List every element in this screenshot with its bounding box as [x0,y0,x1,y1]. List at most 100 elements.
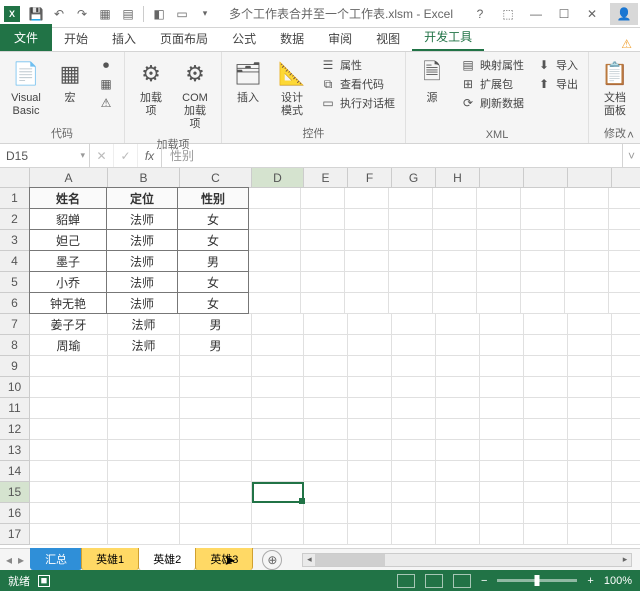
cell-K15[interactable] [568,482,612,503]
cell-F17[interactable] [348,524,392,545]
cell-L10[interactable] [612,377,640,398]
cell-C1[interactable]: 性别 [177,187,249,209]
com-addins-button[interactable]: ⚙ COM 加载项 [175,56,215,134]
cell-J10[interactable] [524,377,568,398]
cell-G10[interactable] [392,377,436,398]
cell-B4[interactable]: 法师 [106,250,178,272]
xml-source-button[interactable]: 🗎 源 [412,56,452,107]
cell-D1[interactable] [249,188,301,209]
cell-A1[interactable]: 姓名 [29,187,107,209]
expansion-pack-button[interactable]: ⊞扩展包 [456,75,528,93]
cell-L3[interactable] [609,230,640,251]
cell-E14[interactable] [304,461,348,482]
warning-icon[interactable]: ⚠ [621,37,632,51]
cell-J17[interactable] [524,524,568,545]
cell-A5[interactable]: 小乔 [29,271,107,293]
cell-D8[interactable] [252,335,304,356]
cell-E12[interactable] [304,419,348,440]
ribbon-display-button[interactable]: ⬚ [494,3,522,25]
cell-E16[interactable] [304,503,348,524]
enter-formula-button[interactable]: ✓ [114,144,138,167]
row-headers[interactable]: 1234567891011121314151617 [0,188,30,545]
tab-developer[interactable]: 开发工具 [412,24,484,51]
cell-D12[interactable] [252,419,304,440]
row-header-6[interactable]: 6 [0,293,30,314]
cell-K9[interactable] [568,356,612,377]
xml-import-button[interactable]: ⬇导入 [532,56,582,74]
qat-custom-1[interactable]: ▦ [94,3,116,25]
cell-D14[interactable] [252,461,304,482]
row-header-11[interactable]: 11 [0,398,30,419]
cell-B1[interactable]: 定位 [106,187,178,209]
cell-J5[interactable] [521,272,565,293]
cell-G6[interactable] [389,293,433,314]
cell-K5[interactable] [565,272,609,293]
cell-H11[interactable] [436,398,480,419]
col-header-E[interactable]: E [304,168,348,188]
cell-L16[interactable] [612,503,640,524]
cell-F15[interactable] [348,482,392,503]
cell-A17[interactable] [30,524,108,545]
fx-button[interactable]: fx [138,144,162,167]
insert-control-button[interactable]: 🗂 插入 [228,56,268,107]
hscroll-thumb[interactable] [315,554,385,566]
tab-nav-next[interactable]: ▸ [18,553,24,567]
cell-K4[interactable] [565,251,609,272]
tab-layout[interactable]: 页面布局 [148,26,220,51]
cell-B13[interactable] [108,440,180,461]
record-macro-button[interactable]: ⏺ [94,56,118,74]
cell-J15[interactable] [524,482,568,503]
macros-button[interactable]: ▦ 宏 [50,56,90,107]
cell-E3[interactable] [301,230,345,251]
cell-H9[interactable] [436,356,480,377]
cell-A13[interactable] [30,440,108,461]
tab-insert[interactable]: 插入 [100,26,148,51]
cell-B16[interactable] [108,503,180,524]
cell-F10[interactable] [348,377,392,398]
cell-A7[interactable]: 姜子牙 [30,314,108,335]
cell-L14[interactable] [612,461,640,482]
cell-C13[interactable] [180,440,252,461]
help-button[interactable]: ? [466,3,494,25]
row-header-4[interactable]: 4 [0,251,30,272]
row-header-16[interactable]: 16 [0,503,30,524]
cell-I16[interactable] [480,503,524,524]
cell-K8[interactable] [568,335,612,356]
maximize-button[interactable]: ☐ [550,3,578,25]
cell-G13[interactable] [392,440,436,461]
cell-C2[interactable]: 女 [177,208,249,230]
cell-B15[interactable] [108,482,180,503]
cell-G4[interactable] [389,251,433,272]
row-header-5[interactable]: 5 [0,272,30,293]
qat-custom-3[interactable]: ◧ [148,3,170,25]
cell-G1[interactable] [389,188,433,209]
cell-I6[interactable] [477,293,521,314]
cell-E8[interactable] [304,335,348,356]
cell-H3[interactable] [433,230,477,251]
cell-B5[interactable]: 法师 [106,271,178,293]
qat-dropdown[interactable]: ▾ [194,3,216,25]
cell-G14[interactable] [392,461,436,482]
cell-G17[interactable] [392,524,436,545]
cell-H17[interactable] [436,524,480,545]
cell-C16[interactable] [180,503,252,524]
cell-J11[interactable] [524,398,568,419]
cell-L15[interactable] [612,482,640,503]
cell-B3[interactable]: 法师 [106,229,178,251]
cell-B11[interactable] [108,398,180,419]
cell-B10[interactable] [108,377,180,398]
row-header-10[interactable]: 10 [0,377,30,398]
cell-D4[interactable] [249,251,301,272]
macro-security-button[interactable]: ⚠ [94,94,118,112]
cell-C8[interactable]: 男 [180,335,252,356]
cell-C7[interactable]: 男 [180,314,252,335]
cell-E6[interactable] [301,293,345,314]
user-avatar[interactable]: 👤 [610,3,638,25]
col-header-B[interactable]: B [108,168,180,188]
cell-I15[interactable] [480,482,524,503]
cell-B6[interactable]: 法师 [106,292,178,314]
cell-H10[interactable] [436,377,480,398]
cell-J2[interactable] [521,209,565,230]
cell-C4[interactable]: 男 [177,250,249,272]
cell-H16[interactable] [436,503,480,524]
